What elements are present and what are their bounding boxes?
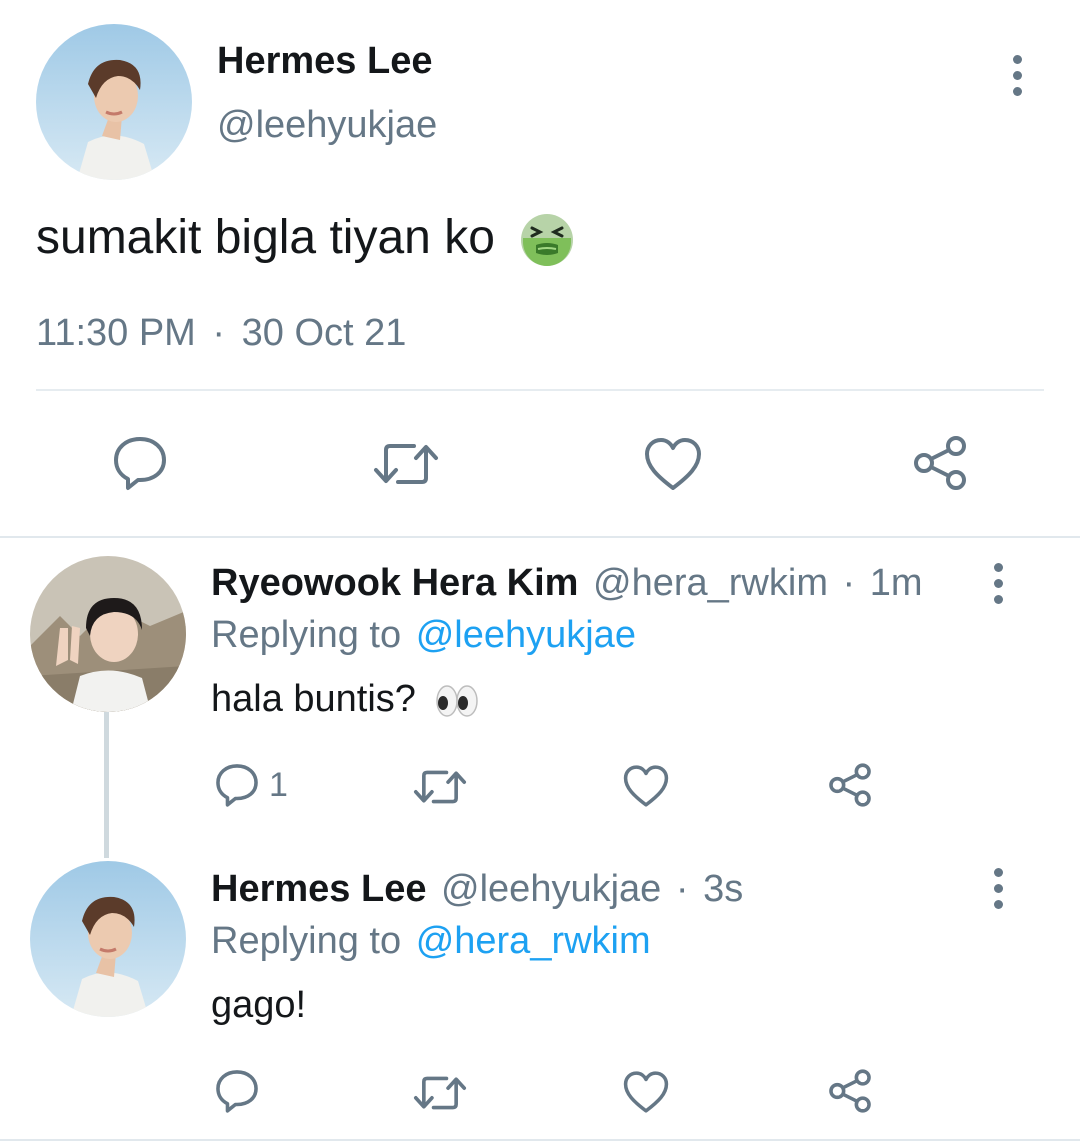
reply-count: 1 [269, 765, 288, 804]
reply-text: hala buntis? [211, 678, 416, 720]
retweet-icon [413, 770, 467, 804]
retweet-icon [374, 444, 438, 484]
avatar[interactable] [30, 861, 186, 1017]
reply-button[interactable]: 1 [213, 762, 288, 808]
tweet-text: sumakit bigla tiyan ko [36, 211, 495, 264]
share-icon [829, 1069, 871, 1113]
share-button[interactable] [910, 434, 970, 492]
reply-header: Hermes Lee @leehyukjae · 3s [211, 866, 743, 912]
nauseated-face-emoji [518, 211, 576, 269]
more-options-icon[interactable] [997, 45, 1037, 105]
like-button[interactable] [622, 764, 670, 808]
reply-button[interactable] [110, 434, 170, 492]
eyes-emoji [433, 681, 481, 721]
share-button[interactable] [826, 1068, 874, 1114]
reply-text-line: hala buntis? [211, 676, 481, 722]
tweet-timestamp[interactable]: 11:30 PM · 30 Oct 21 [36, 312, 406, 355]
more-options-icon[interactable] [978, 553, 1018, 613]
replying-to-handle[interactable]: @leehyukjae [416, 614, 636, 656]
reply-age: 1m [869, 562, 923, 604]
reply-header: Ryeowook Hera Kim @hera_rwkim · 1m [211, 560, 923, 606]
display-name[interactable]: Hermes Lee [217, 40, 432, 83]
avatar[interactable] [36, 24, 192, 180]
replying-to-handle[interactable]: @hera_rwkim [416, 920, 651, 962]
share-icon [829, 763, 871, 807]
reply-button[interactable] [213, 1068, 269, 1114]
reply-text: gago! [211, 984, 307, 1026]
thread-line [104, 712, 109, 858]
tweet-time: 11:30 PM [36, 312, 196, 354]
reply-icon [114, 437, 166, 490]
display-name[interactable]: Ryeowook Hera Kim [211, 562, 578, 604]
avatar[interactable] [30, 556, 186, 712]
dot-separator: · [842, 562, 856, 604]
retweet-button[interactable] [412, 1072, 468, 1114]
divider [36, 389, 1044, 391]
display-name[interactable]: Hermes Lee [211, 868, 426, 910]
replying-to-line: Replying to @hera_rwkim [211, 918, 651, 964]
timestamp-separator: · [212, 312, 226, 354]
replying-to-line: Replying to @leehyukjae [211, 612, 636, 658]
retweet-icon [413, 1076, 467, 1110]
user-handle[interactable]: @hera_rwkim [593, 562, 828, 604]
replying-to-label: Replying to [211, 614, 402, 656]
tweet-text-line: sumakit bigla tiyan ko [36, 210, 576, 269]
like-button[interactable] [643, 436, 703, 492]
like-button[interactable] [622, 1070, 670, 1114]
like-icon [645, 438, 701, 490]
tweet-date: 30 Oct 21 [241, 312, 407, 354]
reply-icon [216, 1070, 258, 1113]
section-divider [0, 536, 1080, 538]
dot-separator: · [675, 868, 689, 910]
replying-to-label: Replying to [211, 920, 402, 962]
reply-icon [216, 764, 258, 807]
like-icon [623, 765, 669, 807]
retweet-button[interactable] [372, 438, 440, 490]
share-icon [914, 436, 966, 490]
share-button[interactable] [826, 762, 874, 808]
more-options-icon[interactable] [978, 858, 1018, 918]
section-divider [0, 1139, 1080, 1141]
like-icon [623, 1071, 669, 1113]
retweet-button[interactable] [412, 766, 468, 808]
user-handle[interactable]: @leehyukjae [441, 868, 661, 910]
reply-age: 3s [703, 868, 744, 910]
user-handle[interactable]: @leehyukjae [217, 104, 437, 147]
